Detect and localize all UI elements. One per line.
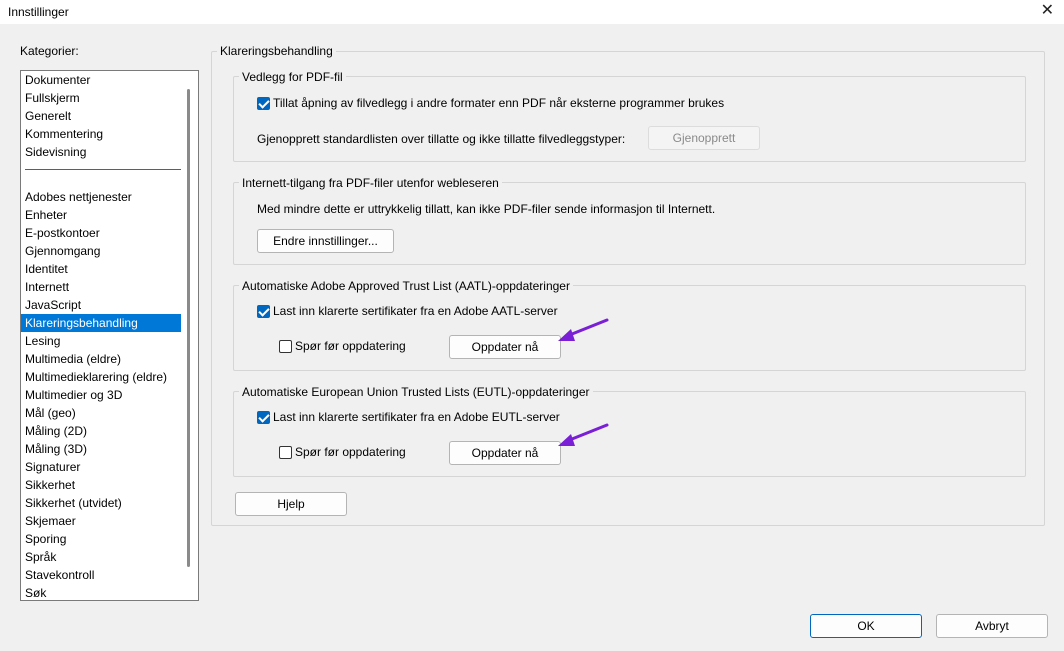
aatl-group	[233, 285, 1026, 371]
eutl-load-label: Last inn klarerte sertifikater fra en Ad…	[273, 410, 560, 424]
eutl-ask-checkbox[interactable]	[279, 446, 292, 459]
category-item[interactable]: Adobes nettjenester	[21, 188, 181, 206]
category-item[interactable]: Multimedieklarering (eldre)	[21, 368, 181, 386]
annotation-arrow-icon	[558, 423, 609, 446]
annotation-arrow-icon	[558, 318, 609, 341]
category-item[interactable]: Fullskjerm	[21, 89, 181, 107]
eutl-group-title: Automatiske European Union Trusted Lists…	[239, 385, 593, 399]
category-item[interactable]: E-postkontoer	[21, 224, 181, 242]
attachments-group	[233, 76, 1026, 162]
panel-title: Klareringsbehandling	[217, 44, 336, 58]
change-settings-button[interactable]: Endre innstillinger...	[257, 229, 394, 253]
categories-label: Kategorier:	[20, 44, 79, 58]
aatl-ask-label: Spør før oppdatering	[295, 339, 406, 353]
category-item[interactable]: Internett	[21, 278, 181, 296]
restore-button[interactable]: Gjenopprett	[648, 126, 760, 150]
internet-access-text: Med mindre dette er uttrykkelig tillatt,…	[257, 202, 716, 216]
aatl-load-label: Last inn klarerte sertifikater fra en Ad…	[273, 304, 558, 318]
category-item[interactable]: Mål (geo)	[21, 404, 181, 422]
category-item[interactable]: Kommentering	[21, 125, 181, 143]
aatl-update-now-button[interactable]: Oppdater nå	[449, 335, 561, 359]
aatl-load-checkbox[interactable]	[257, 305, 270, 318]
help-button[interactable]: Hjelp	[235, 492, 347, 516]
category-item[interactable]: Sikkerhet	[21, 476, 181, 494]
category-item[interactable]: Lesing	[21, 332, 181, 350]
category-separator	[21, 161, 181, 179]
category-item[interactable]: Søk	[21, 584, 181, 600]
category-item[interactable]: Skjemaer	[21, 512, 181, 530]
aatl-group-title: Automatiske Adobe Approved Trust List (A…	[239, 279, 573, 293]
allow-attachments-checkbox[interactable]	[257, 97, 270, 110]
category-item[interactable]: JavaScript	[21, 296, 181, 314]
category-item[interactable]: Språk	[21, 548, 181, 566]
title-bar: Innstillinger ✕	[0, 0, 1064, 24]
eutl-load-checkbox[interactable]	[257, 411, 270, 424]
category-item[interactable]: Gjennomgang	[21, 242, 181, 260]
category-item[interactable]: Sidevisning	[21, 143, 181, 161]
eutl-ask-label: Spør før oppdatering	[295, 445, 406, 459]
eutl-group	[233, 391, 1026, 477]
close-icon[interactable]: ✕	[1041, 1, 1054, 21]
categories-items: Dokumenter Fullskjerm Generelt Kommentering…	[21, 71, 181, 600]
allow-attachments-label: Tillat åpning av filvedlegg i andre form…	[273, 96, 725, 110]
category-item[interactable]: Multimedia (eldre)	[21, 350, 181, 368]
category-item[interactable]: Identitet	[21, 260, 181, 278]
category-spacer	[21, 179, 181, 188]
category-item[interactable]: Stavekontroll	[21, 566, 181, 584]
cancel-button[interactable]: Avbryt	[936, 614, 1048, 638]
attachments-group-title: Vedlegg for PDF-fil	[239, 70, 346, 84]
window-title: Innstillinger	[8, 5, 69, 19]
category-item[interactable]: Måling (2D)	[21, 422, 181, 440]
aatl-ask-checkbox[interactable]	[279, 340, 292, 353]
categories-scrollbar[interactable]	[187, 89, 190, 567]
category-item[interactable]: Måling (3D)	[21, 440, 181, 458]
category-item[interactable]: Multimedier og 3D	[21, 386, 181, 404]
category-item[interactable]: Dokumenter	[21, 71, 181, 89]
restore-list-text: Gjenopprett standardlisten over tillatte…	[257, 132, 626, 146]
category-item[interactable]: Enheter	[21, 206, 181, 224]
category-item[interactable]: Sikkerhet (utvidet)	[21, 494, 181, 512]
category-item[interactable]: Sporing	[21, 530, 181, 548]
ok-button[interactable]: OK	[810, 614, 922, 638]
categories-list[interactable]: Dokumenter Fullskjerm Generelt Kommentering…	[20, 70, 199, 601]
category-item[interactable]: Signaturer	[21, 458, 181, 476]
internet-access-group-title: Internett-tilgang fra PDF-filer utenfor …	[239, 176, 502, 190]
category-item[interactable]: Generelt	[21, 107, 181, 125]
category-item[interactable]: Klareringsbehandling	[21, 314, 181, 332]
eutl-update-now-button[interactable]: Oppdater nå	[449, 441, 561, 465]
